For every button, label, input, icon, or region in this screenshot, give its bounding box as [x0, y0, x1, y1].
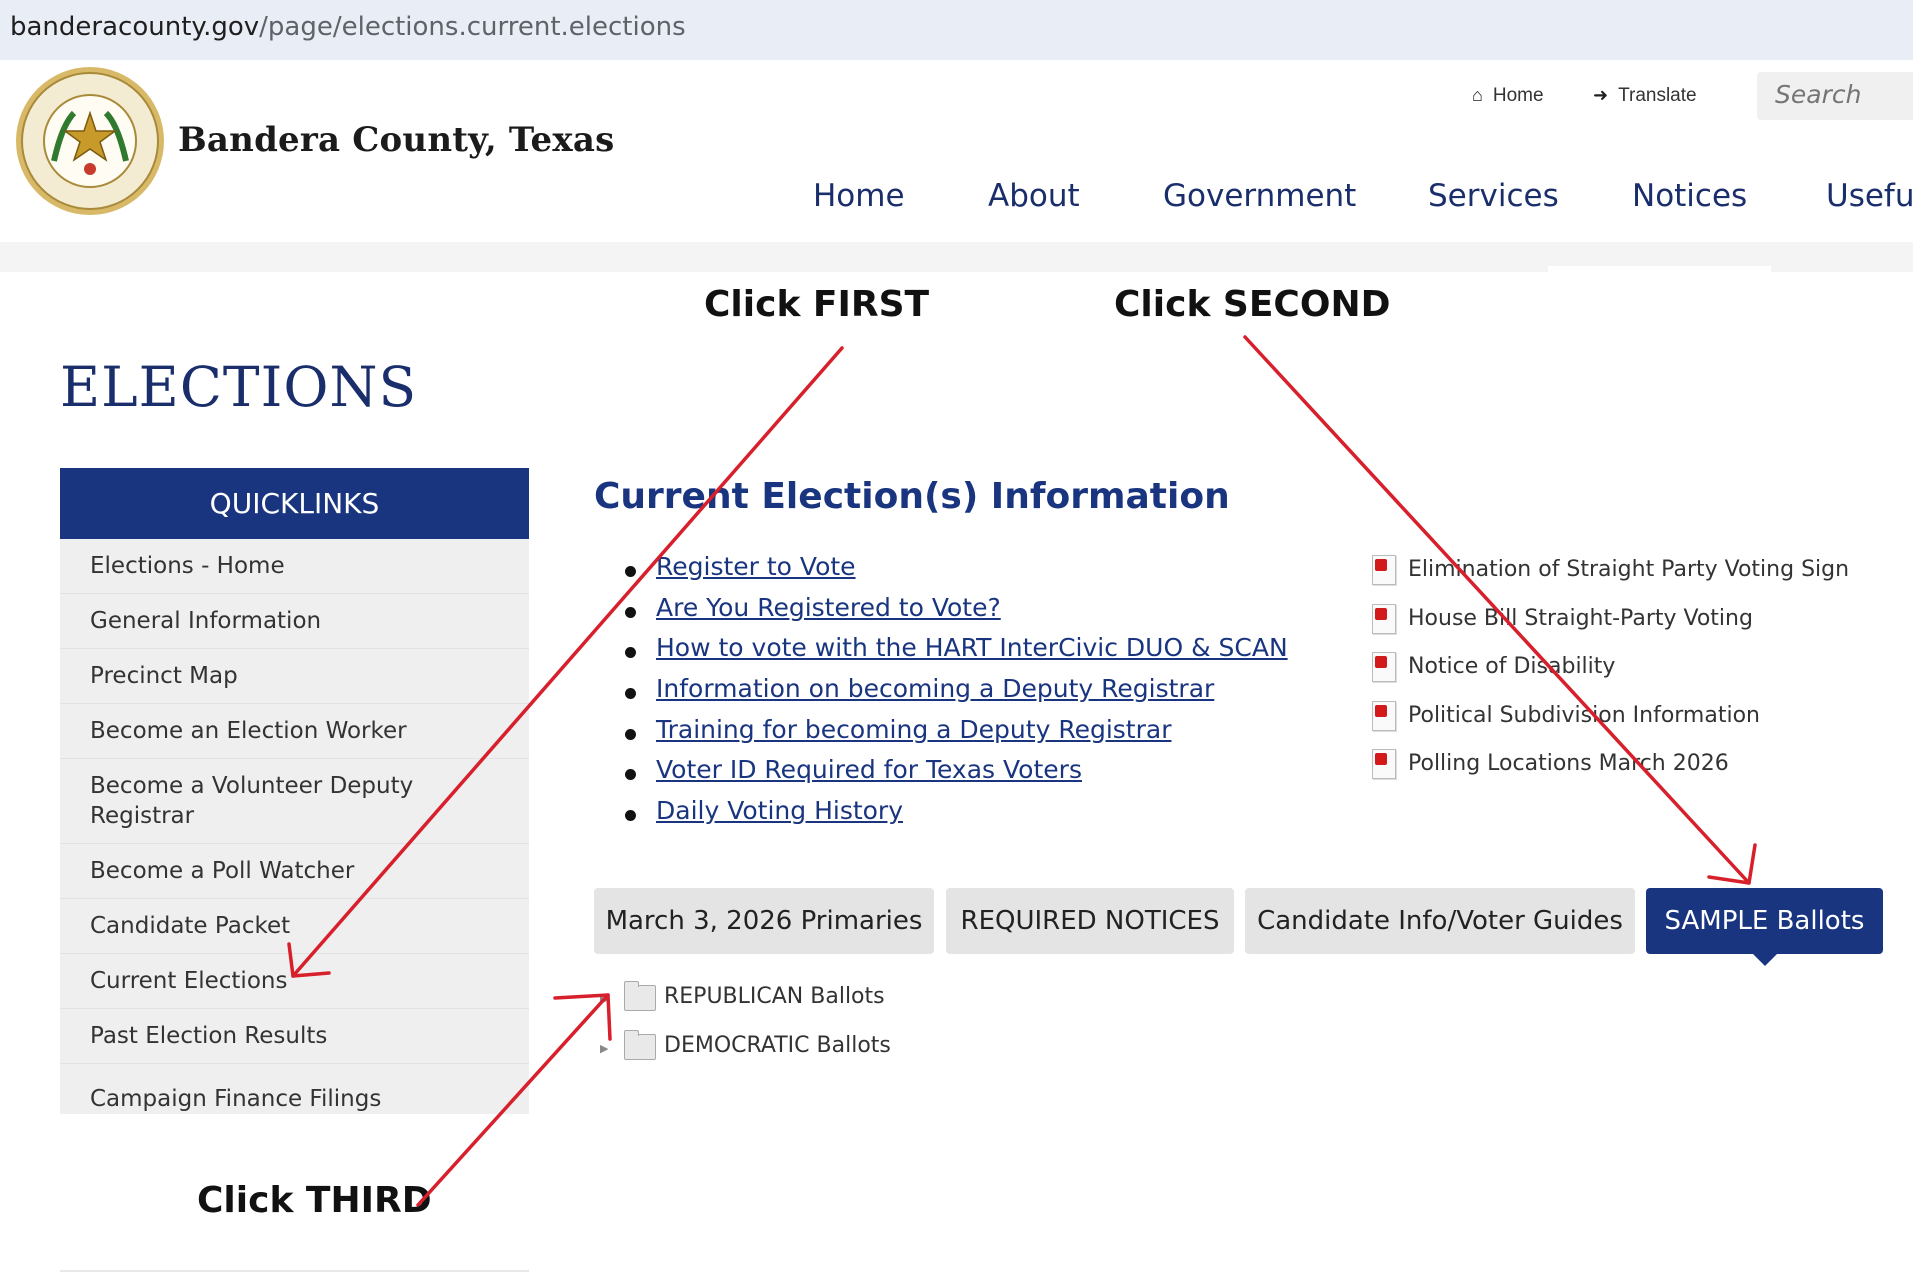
expand-caret-icon[interactable]: ▶: [600, 993, 608, 1006]
link-deputy-registrar-training[interactable]: Training for becoming a Deputy Registrar: [656, 715, 1171, 744]
quicklinks-list: Elections - Home General Information Pre…: [60, 539, 529, 1114]
bullet: [625, 688, 636, 700]
pdf-icon: [1372, 603, 1396, 634]
nav-useful[interactable]: Useful: [1826, 178, 1913, 214]
quicklink-become-election-worker[interactable]: Become an Election Worker: [60, 704, 529, 759]
pdf-icon: [1372, 700, 1396, 731]
arrow-right-icon: ➜: [1593, 85, 1609, 105]
quicklink-campaign-finance-filings[interactable]: Campaign Finance Filings: [60, 1064, 529, 1114]
utility-home-link[interactable]: ⌂ Home: [1472, 85, 1544, 107]
section-heading: Current Election(s) Information: [594, 476, 1230, 517]
pdf-icon: [1372, 652, 1396, 682]
link-how-to-vote-hart[interactable]: How to vote with the HART InterCivic DUO…: [656, 633, 1288, 662]
url-text[interactable]: banderacounty.gov/page/elections.current…: [10, 12, 686, 42]
bullet: [625, 647, 636, 659]
site-name[interactable]: Bandera County, Texas: [178, 120, 614, 160]
pdf-icon: [1372, 555, 1396, 585]
search-input[interactable]: [1757, 72, 1913, 117]
link-voter-id[interactable]: Voter ID Required for Texas Voters: [656, 755, 1082, 784]
bullet: [625, 606, 636, 618]
tab-candidate-info[interactable]: Candidate Info/Voter Guides: [1245, 888, 1635, 954]
pdf-icon: [1372, 749, 1396, 779]
bullet: [625, 728, 636, 740]
bullet: [625, 769, 636, 781]
quicklink-general-information[interactable]: General Information: [60, 594, 529, 649]
tab-march-primaries[interactable]: March 3, 2026 Primaries: [594, 888, 934, 954]
quicklinks-panel: QUICKLINKS Elections - Home General Info…: [60, 468, 529, 1114]
quicklinks-title: QUICKLINKS: [60, 468, 529, 539]
home-icon: ⌂: [1472, 85, 1483, 105]
nav-home[interactable]: Home: [813, 178, 905, 214]
folder-icon: [624, 981, 656, 1011]
annotation-click-third: Click THIRD: [197, 1180, 432, 1221]
site-header: Bandera County, Texas ⌂Home ➜Translate H…: [0, 60, 1913, 242]
nav-government[interactable]: Government: [1163, 178, 1356, 214]
page-title: ELECTIONS: [60, 355, 418, 419]
nav-notices[interactable]: Notices: [1632, 178, 1747, 214]
quicklink-become-poll-watcher[interactable]: Become a Poll Watcher: [60, 844, 529, 899]
annotation-click-second: Click SECOND: [1114, 284, 1391, 325]
nav-about[interactable]: About: [988, 178, 1080, 214]
expand-caret-icon[interactable]: ▶: [600, 1042, 608, 1055]
quicklink-precinct-map[interactable]: Precinct Map: [60, 649, 529, 704]
utility-translate-link[interactable]: ➜ Translate: [1593, 85, 1697, 107]
sidebar-bottom-divider: [60, 1270, 529, 1272]
search-box[interactable]: [1757, 72, 1913, 120]
address-bar[interactable]: banderacounty.gov/page/elections.current…: [0, 0, 1913, 60]
tab-required-notices[interactable]: REQUIRED NOTICES: [946, 888, 1234, 954]
link-register-to-vote[interactable]: Register to Vote: [656, 552, 856, 581]
county-seal-logo[interactable]: [14, 65, 166, 217]
tab-sample-ballots[interactable]: SAMPLE Ballots: [1646, 888, 1883, 966]
annotation-click-first: Click FIRST: [704, 284, 930, 325]
link-deputy-registrar-info[interactable]: Information on becoming a Deputy Registr…: [656, 674, 1214, 703]
quicklink-past-election-results[interactable]: Past Election Results: [60, 1009, 529, 1064]
quicklink-elections-home[interactable]: Elections - Home: [60, 539, 529, 594]
quicklink-candidate-packet[interactable]: Candidate Packet: [60, 899, 529, 954]
nav-services[interactable]: Services: [1428, 178, 1559, 214]
bullet: [625, 810, 636, 822]
link-daily-voting-history[interactable]: Daily Voting History: [656, 796, 903, 825]
quicklink-become-volunteer-deputy-registrar[interactable]: Become a Volunteer Deputy Registrar: [60, 759, 529, 844]
bullet: [625, 566, 636, 577]
folder-icon: [624, 1030, 656, 1060]
link-are-you-registered[interactable]: Are You Registered to Vote?: [656, 593, 1001, 622]
quicklink-current-elections[interactable]: Current Elections: [60, 954, 529, 1009]
header-band: [0, 242, 1913, 274]
